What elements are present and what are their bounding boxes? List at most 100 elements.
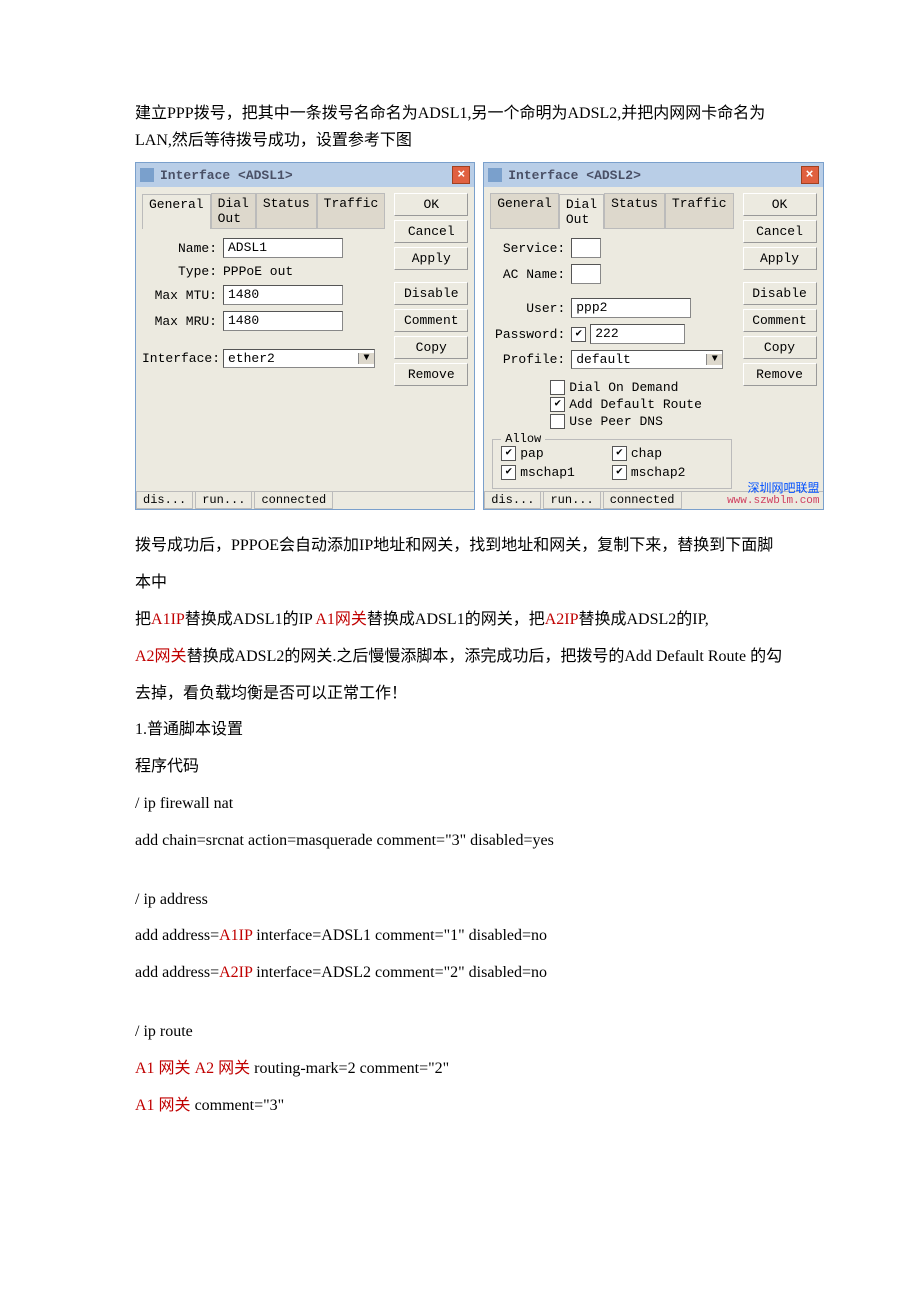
apply-button[interactable]: Apply [394,247,468,270]
chap-label: chap [631,446,662,461]
tab-traffic[interactable]: Traffic [665,193,734,228]
password-input[interactable]: 222 [590,324,685,344]
code-line-7: A1 网关 A2 网关 routing-mark=2 comment="2" [135,1051,785,1088]
code-line-5: add address=A2IP interface=ADSL2 comment… [135,955,785,992]
copy-button[interactable]: Copy [743,336,817,359]
tabs-adsl1: General Dial Out Status Traffic [142,193,385,229]
windows-row: Interface <ADSL1> × General Dial Out Sta… [135,162,785,510]
titlebar-adsl1: Interface <ADSL1> × [136,163,474,187]
pap-checkbox[interactable]: ✔ [501,446,516,461]
code-line-3: / ip address [135,882,785,919]
allow-group: Allow ✔ pap ✔ chap ✔ [492,439,731,489]
remove-button[interactable]: Remove [743,363,817,386]
window-icon [140,168,154,182]
code-line-6: / ip route [135,1014,785,1051]
para-3: A2网关替换成ADSL2的网关.之后慢慢添脚本，添完成功后，把拨号的Add De… [135,639,785,713]
comment-button[interactable]: Comment [743,309,817,332]
name-input[interactable]: ADSL1 [223,238,343,258]
service-input[interactable] [571,238,601,258]
status-run: run... [543,492,600,509]
titlebar-adsl2: Interface <ADSL2> × [484,163,822,187]
heading-code: 程序代码 [135,749,785,786]
window-adsl2: Interface <ADSL2> × General Dial Out Sta… [483,162,823,510]
watermark-line2: www.szwblm.com [727,495,819,507]
tab-status[interactable]: Status [256,193,317,228]
window-title: Interface <ADSL2> [508,168,794,183]
chevron-down-icon[interactable]: ▼ [358,353,374,364]
tab-general[interactable]: General [142,194,211,229]
body-text: 拨号成功后，PPPOE会自动添加IP地址和网关，找到地址和网关，复制下来，替换到… [135,528,785,1124]
window-title: Interface <ADSL1> [160,168,446,183]
password-show-checkbox[interactable]: ✔ [571,327,586,342]
usepeerdns-checkbox[interactable] [550,414,565,429]
ok-button[interactable]: OK [743,193,817,216]
window-adsl1: Interface <ADSL1> × General Dial Out Sta… [135,162,475,510]
password-label: Password: [490,327,565,342]
code-line-2: add chain=srcnat action=masquerade comme… [135,823,785,860]
copy-button[interactable]: Copy [394,336,468,359]
interface-label: Interface: [142,351,217,366]
type-label: Type: [142,264,217,279]
chap-checkbox[interactable]: ✔ [612,446,627,461]
profile-select[interactable]: default ▼ [571,350,723,369]
mschap1-label: mschap1 [520,465,575,480]
status-dis: dis... [136,492,193,509]
adddefaultroute-checkbox[interactable]: ✔ [550,397,565,412]
tab-general[interactable]: General [490,193,559,228]
disable-button[interactable]: Disable [743,282,817,305]
dialondemand-label: Dial On Demand [569,380,678,395]
profile-value: default [572,351,706,368]
apply-button[interactable]: Apply [743,247,817,270]
mschap2-checkbox[interactable]: ✔ [612,465,627,480]
mru-input[interactable]: 1480 [223,311,343,331]
profile-label: Profile: [490,352,565,367]
chevron-down-icon[interactable]: ▼ [706,354,722,365]
mru-label: Max MRU: [142,314,217,329]
interface-value: ether2 [224,350,358,367]
tab-status[interactable]: Status [604,193,665,228]
dialondemand-checkbox[interactable] [550,380,565,395]
mtu-input[interactable]: 1480 [223,285,343,305]
interface-select[interactable]: ether2 ▼ [223,349,375,368]
intro-text: 建立PPP拨号，把其中一条拨号名命名为ADSL1,另一个命明为ADSL2,并把内… [135,100,785,154]
cancel-button[interactable]: Cancel [394,220,468,243]
watermark-line1: 深圳网吧联盟 [727,482,819,495]
status-run: run... [195,492,252,509]
mschap1-checkbox[interactable]: ✔ [501,465,516,480]
tab-traffic[interactable]: Traffic [317,193,386,228]
tab-dialout[interactable]: Dial Out [559,194,604,229]
para-1: 拨号成功后，PPPOE会自动添加IP地址和网关，找到地址和网关，复制下来，替换到… [135,528,785,602]
cancel-button[interactable]: Cancel [743,220,817,243]
tab-dialout[interactable]: Dial Out [211,193,256,228]
adddefaultroute-label: Add Default Route [569,397,702,412]
user-input[interactable]: ppp2 [571,298,691,318]
comment-button[interactable]: Comment [394,309,468,332]
status-dis: dis... [484,492,541,509]
allow-legend: Allow [501,432,545,446]
service-label: Service: [490,241,565,256]
window-icon [488,168,502,182]
watermark: 深圳网吧联盟 www.szwblm.com [727,482,819,507]
ok-button[interactable]: OK [394,193,468,216]
code-line-1: / ip firewall nat [135,786,785,823]
user-label: User: [490,301,565,316]
type-value: PPPoE out [223,264,293,279]
pap-label: pap [520,446,543,461]
statusbar-adsl1: dis... run... connected [136,491,474,509]
para-2: 把A1IP替换成ADSL1的IP A1网关替换成ADSL1的网关，把A2IP替换… [135,602,785,639]
remove-button[interactable]: Remove [394,363,468,386]
acname-label: AC Name: [490,267,565,282]
status-conn: connected [603,492,682,509]
acname-input[interactable] [571,264,601,284]
mtu-label: Max MTU: [142,288,217,303]
name-label: Name: [142,241,217,256]
close-icon[interactable]: × [452,166,470,184]
status-conn: connected [254,492,333,509]
code-line-4: add address=A1IP interface=ADSL1 comment… [135,918,785,955]
code-line-8: A1 网关 comment="3" [135,1088,785,1125]
close-icon[interactable]: × [801,166,819,184]
tabs-adsl2: General Dial Out Status Traffic [490,193,733,229]
disable-button[interactable]: Disable [394,282,468,305]
usepeerdns-label: Use Peer DNS [569,414,663,429]
mschap2-label: mschap2 [631,465,686,480]
